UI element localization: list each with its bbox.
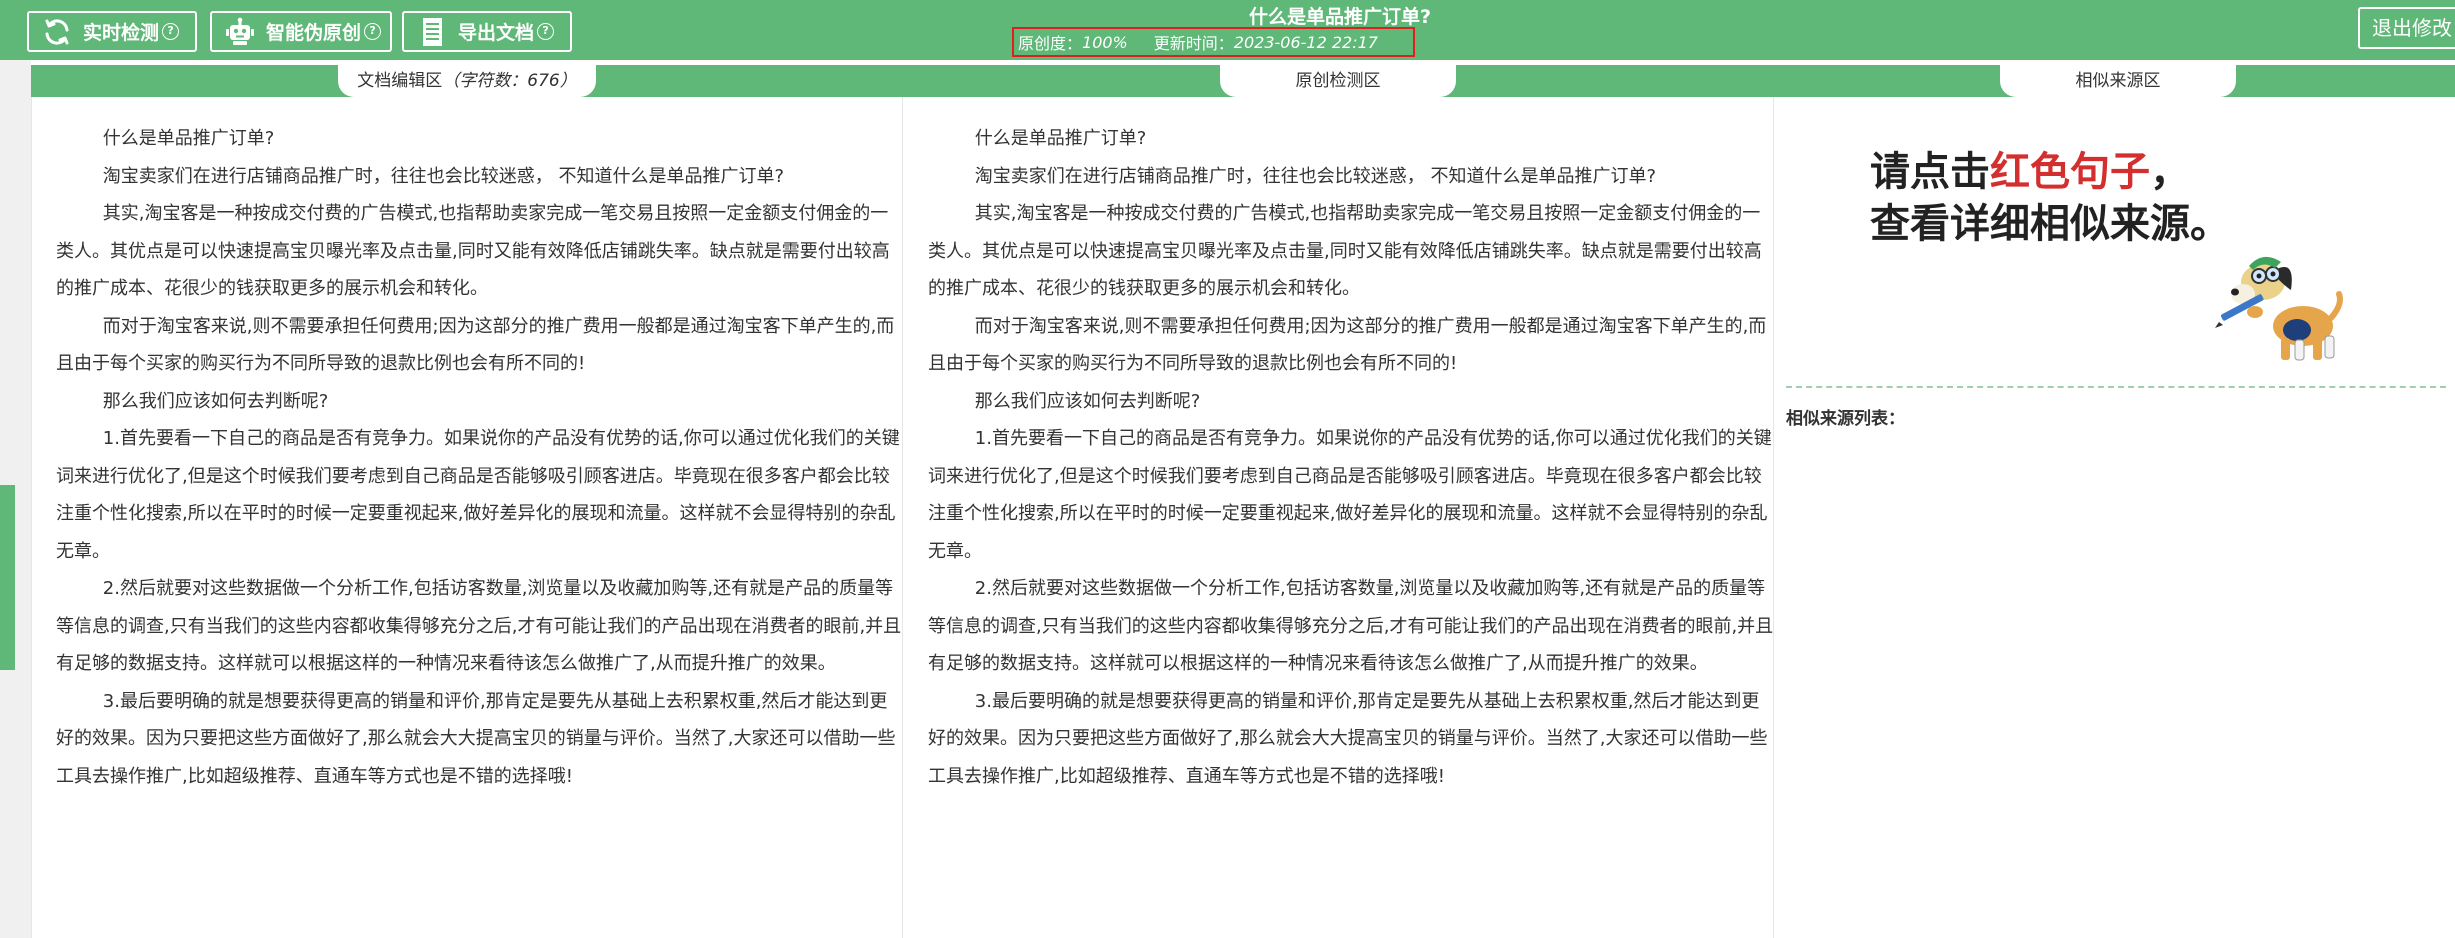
dog-mascot-icon [2215, 256, 2343, 361]
editor-paragraph[interactable]: 1.首先要看一下自己的商品是否有竞争力。如果说你的产品没有优势的话,你可以通过优… [56, 420, 902, 570]
editor-paragraph[interactable]: 而对于淘宝客来说,则不需要承担任何费用;因为这部分的推广费用一般都是通过淘宝客下… [56, 308, 902, 383]
smart-rewrite-label: 智能伪原创 [266, 22, 362, 44]
check-sentence[interactable]: 2.然后就要对这些数据做一个分析工作,包括访客数量,浏览量以及收藏加购等,还有就… [928, 570, 1774, 683]
editor-paragraph[interactable]: 3.最后要明确的就是想要获得更高的销量和评价,那肯定是要先从基础上去积累权重,然… [56, 683, 902, 796]
document-title: 什么是单品推广订单? [1248, 6, 1432, 28]
editor-paragraph[interactable]: 2.然后就要对这些数据做一个分析工作,包括访客数量,浏览量以及收藏加购等,还有就… [56, 570, 902, 683]
realtime-check-button[interactable]: 实时检测 ? [27, 11, 197, 52]
panel-border-left [31, 97, 32, 938]
help-icon[interactable]: ? [537, 23, 555, 40]
editor-paragraph[interactable]: 那么我们应该如何去判断呢? [56, 383, 902, 421]
check-sentence[interactable]: 而对于淘宝客来说,则不需要承担任何费用;因为这部分的推广费用一般都是通过淘宝客下… [928, 308, 1774, 383]
export-document-button[interactable]: 导出文档 ? [402, 11, 572, 52]
check-sentence[interactable]: 淘宝卖家们在进行店铺商品推广时，往往也会比较迷惑， 不知道什么是单品推广订单? [928, 158, 1774, 196]
document-icon [423, 17, 442, 46]
hint-line-1: 请点击红色句子， [1870, 148, 2190, 195]
editor-paragraph[interactable]: 什么是单品推广订单? [56, 120, 902, 158]
originality-label: 原创度： [1018, 34, 1083, 53]
smart-rewrite-button[interactable]: 智能伪原创 ? [210, 11, 392, 52]
editor-paragraph[interactable]: 其实,淘宝客是一种按成交付费的广告模式,也指帮助卖家完成一笔交易且按照一定金额支… [56, 195, 902, 308]
robot-icon [226, 17, 254, 45]
check-sentence[interactable]: 什么是单品推广订单? [928, 120, 1774, 158]
tab-editor-label: 文档编辑区 [357, 71, 443, 91]
check-panel: 什么是单品推广订单? 淘宝卖家们在进行店铺商品推广时，往往也会比较迷惑， 不知道… [928, 120, 1774, 795]
check-sentence[interactable]: 其实,淘宝客是一种按成交付费的广告模式,也指帮助卖家完成一笔交易且按照一定金额支… [928, 195, 1774, 308]
editor-panel[interactable]: 什么是单品推广订单? 淘宝卖家们在进行店铺商品推广时，往往也会比较迷惑， 不知道… [56, 120, 902, 795]
hint-red-text: 红色句子 [1990, 148, 2150, 195]
check-sentence[interactable]: 1.首先要看一下自己的商品是否有竞争力。如果说你的产品没有优势的话,你可以通过优… [928, 420, 1774, 570]
panel-divider-1 [902, 97, 903, 938]
similar-source-list-label: 相似来源列表： [1786, 409, 1905, 429]
hint-line-2: 查看详细相似来源。 [1870, 200, 2230, 247]
tab-originality-check[interactable]: 原创检测区 [1220, 65, 1456, 97]
updated-time-value: 2023-06-12 22:17 [1233, 32, 1378, 52]
char-count: （字符数：676） [442, 71, 577, 91]
updated-time-label: 更新时间： [1153, 34, 1234, 53]
tab-similar-sources[interactable]: 相似来源区 [2000, 65, 2236, 97]
refresh-icon [45, 18, 69, 45]
check-sentence[interactable]: 那么我们应该如何去判断呢? [928, 383, 1774, 421]
similar-source-divider [1786, 386, 2446, 388]
help-icon[interactable]: ? [364, 23, 382, 40]
tab-editor[interactable]: 文档编辑区（字符数：676） [338, 65, 596, 97]
editor-paragraph[interactable]: 淘宝卖家们在进行店铺商品推广时，往往也会比较迷惑， 不知道什么是单品推广订单? [56, 158, 902, 196]
check-sentence[interactable]: 3.最后要明确的就是想要获得更高的销量和评价,那肯定是要先从基础上去积累权重,然… [928, 683, 1774, 796]
originality-info-box: 原创度： 100% 更新时间： 2023-06-12 22:17 [1012, 27, 1415, 57]
side-expand-tab[interactable] [0, 485, 15, 670]
help-icon[interactable]: ? [162, 23, 180, 40]
export-document-label: 导出文档 [458, 22, 535, 44]
similar-source-hint: 请点击红色句子， 查看详细相似来源。 [1870, 146, 2230, 250]
realtime-check-label: 实时检测 [83, 22, 160, 44]
top-toolbar: 实时检测 ? 智能伪原创 ? 导出文档 ? 什么是单品推广订单? 原创度： 10… [0, 0, 2455, 60]
exit-edit-button[interactable]: 退出修改 [2358, 7, 2455, 49]
originality-value: 100% [1082, 32, 1128, 52]
